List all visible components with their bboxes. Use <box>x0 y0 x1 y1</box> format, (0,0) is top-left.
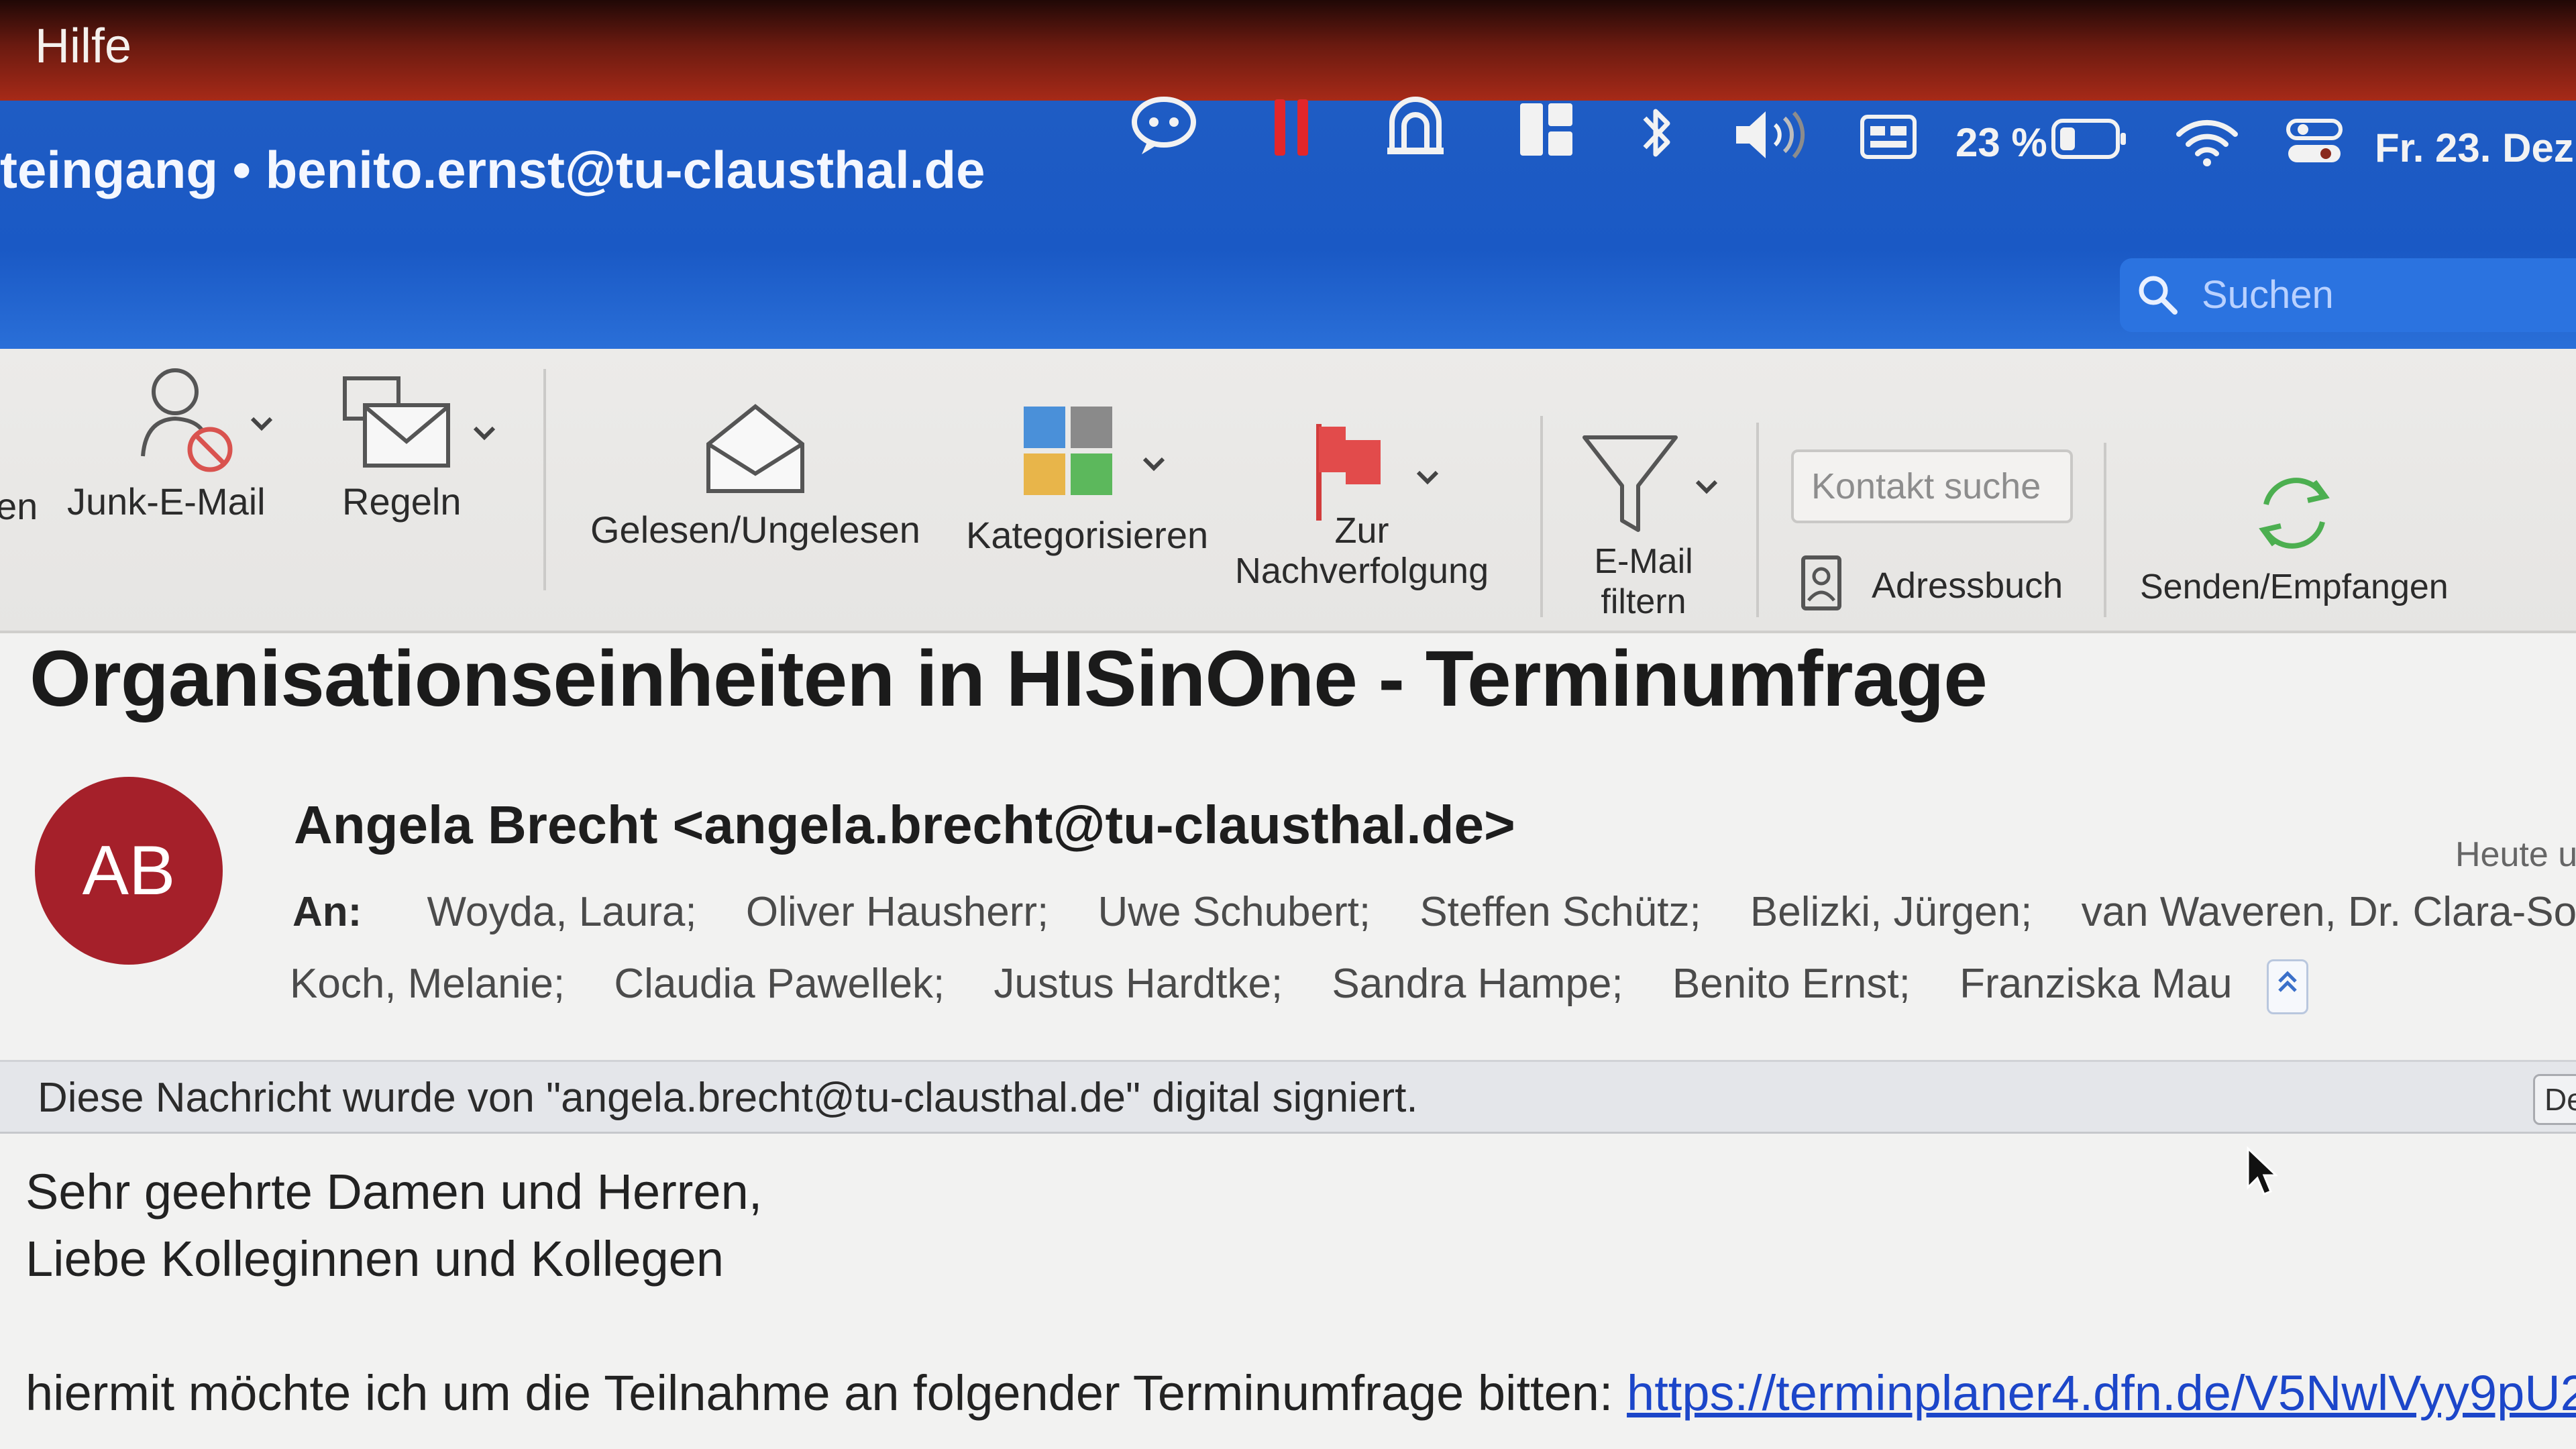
ribbon-toolbar: en Junk-E-Mail Regeln Gelesen/Ungelesen … <box>0 349 2576 633</box>
ribbon-separator <box>1540 416 1543 617</box>
categories-icon <box>966 407 1208 524</box>
email-filter-button[interactable]: E-Mail filtern <box>1563 429 1724 622</box>
vpn-icon[interactable] <box>1382 93 1449 160</box>
expand-icon <box>2278 971 2297 992</box>
recipient[interactable]: van Waveren, Dr. Clara-Sophie; <box>2082 889 2576 935</box>
recipients-line: Koch, Melanie; Claudia Pawellek; Justus … <box>290 959 2308 1014</box>
signature-notice-bar: Diese Nachricht wurde von "angela.brecht… <box>0 1060 2576 1134</box>
search-input[interactable] <box>2200 270 2552 319</box>
recipient[interactable]: Steffen Schütz; <box>1419 889 1701 935</box>
read-unread-button[interactable]: Gelesen/Ungelesen <box>590 390 920 551</box>
menu-bar-date[interactable]: Fr. 23. Dez. <box>2375 125 2576 171</box>
rules-icon <box>335 369 461 480</box>
recipient[interactable]: Sandra Hampe; <box>1332 961 1623 1007</box>
recipient[interactable]: Uwe Schubert; <box>1097 889 1371 935</box>
body-greeting: Sehr geehrte Damen und Herren, <box>25 1164 763 1220</box>
screen: Hilfe teingang • benito.ernst@tu-clausth… <box>0 0 2576 1449</box>
message-timestamp: Heute u <box>2455 835 2576 874</box>
ribbon-button-partial[interactable]: en <box>0 484 38 528</box>
recipient[interactable]: Belizki, Jürgen; <box>1750 889 2032 935</box>
categorize-chevron-down-icon[interactable] <box>1139 451 1169 478</box>
recipient[interactable]: Justus Hardtke; <box>994 961 1283 1007</box>
details-button[interactable]: De <box>2533 1074 2576 1125</box>
recipient[interactable]: Claudia Pawellek; <box>614 961 945 1007</box>
cursor-icon <box>2247 1146 2277 1195</box>
body-paragraph: hiermit möchte ich um die Teilnahme an f… <box>25 1364 2576 1421</box>
junk-mail-chevron-down-icon[interactable] <box>247 411 276 437</box>
address-book-icon <box>1798 553 1845 617</box>
junk-mail-icon <box>107 362 266 480</box>
follow-up-button[interactable]: Zur Nachverfolgung <box>1234 420 1489 591</box>
recipient[interactable]: Koch, Melanie; <box>290 961 565 1007</box>
message-view: Organisationseinheiten in HISinOne - Ter… <box>0 633 2576 1449</box>
contact-search-input[interactable] <box>1791 449 2073 523</box>
search-box[interactable] <box>2120 258 2576 332</box>
read-unread-label: Gelesen/Ungelesen <box>590 508 920 551</box>
email-filter-label-line1: E-Mail <box>1594 542 1693 581</box>
rules-chevron-down-icon[interactable] <box>470 420 499 447</box>
poll-link[interactable]: https://terminplaner4.dfn.de/V5NwlVyy9pU… <box>1627 1365 2576 1421</box>
volume-icon[interactable] <box>1731 105 1811 165</box>
avatar[interactable]: AB <box>35 777 223 965</box>
sync-icon <box>2140 463 2449 567</box>
address-book-label: Adressbuch <box>1872 565 2063 606</box>
address-book-button[interactable]: Adressbuch <box>1798 553 2063 617</box>
expand-recipients-button[interactable] <box>2266 959 2308 1014</box>
recipient[interactable]: Woyda, Laura; <box>427 889 697 935</box>
wifi-icon[interactable] <box>2174 114 2241 168</box>
menu-bar: Hilfe <box>0 0 2576 101</box>
follow-up-label-line2: Nachverfolgung <box>1234 551 1489 591</box>
follow-up-chevron-down-icon[interactable] <box>1413 464 1442 491</box>
ribbon-separator <box>2104 443 2106 617</box>
control-center-icon[interactable] <box>2284 115 2345 169</box>
sender-name[interactable]: Angela Brecht <angela.brecht@tu-claustha… <box>294 794 1515 856</box>
ribbon-separator <box>1756 423 1759 617</box>
to-label: An: <box>292 889 362 935</box>
email-filter-label-line2: filtern <box>1601 582 1686 621</box>
pause-icon[interactable] <box>1268 94 1315 161</box>
recipients-line: An: Woyda, Laura; Oliver Hausherr; Uwe S… <box>292 888 2576 936</box>
recipient[interactable]: Oliver Hausherr; <box>746 889 1049 935</box>
send-receive-label: Senden/Empfangen <box>2140 568 2449 606</box>
body-text: hiermit möchte ich um die Teilnahme an f… <box>25 1365 1627 1421</box>
rules-button[interactable]: Regeln <box>335 369 461 523</box>
recipient[interactable]: Benito Ernst; <box>1672 961 1911 1007</box>
window-title: teingang • benito.ernst@tu-clausthal.de <box>0 140 985 199</box>
ribbon-button-partial-label: en <box>0 485 38 527</box>
recipient[interactable]: Franziska Mau <box>1960 961 2233 1007</box>
bluetooth-icon[interactable] <box>1637 99 1677 166</box>
categorize-label: Kategorisieren <box>966 514 1209 556</box>
body-greeting-2: Liebe Kolleginnen und Kollegen <box>25 1231 724 1287</box>
email-filter-chevron-down-icon[interactable] <box>1692 474 1721 500</box>
battery-icon[interactable] <box>2049 115 2130 162</box>
categorize-button[interactable]: Kategorisieren <box>966 407 1208 557</box>
search-icon <box>2135 272 2182 322</box>
junk-mail-label: Junk-E-Mail <box>67 480 266 523</box>
assistant-icon[interactable] <box>1127 87 1201 161</box>
battery-percent: 23 % <box>1955 120 2047 165</box>
window-layout-icon[interactable] <box>1516 99 1576 160</box>
message-subject: Organisationseinheiten in HISinOne - Ter… <box>30 635 1988 723</box>
envelope-icon <box>590 390 920 508</box>
signature-notice: Diese Nachricht wurde von "angela.brecht… <box>38 1075 1418 1121</box>
ribbon-separator <box>543 369 546 590</box>
menu-help[interactable]: Hilfe <box>35 19 131 74</box>
junk-mail-button[interactable]: Junk-E-Mail <box>67 362 266 523</box>
send-receive-button[interactable]: Senden/Empfangen <box>2140 463 2449 607</box>
rules-label: Regeln <box>342 480 462 523</box>
menu-bar-status-area: 23 % Fr. 23. Dez. <box>1114 87 2576 221</box>
input-method-icon[interactable] <box>1858 110 1919 164</box>
